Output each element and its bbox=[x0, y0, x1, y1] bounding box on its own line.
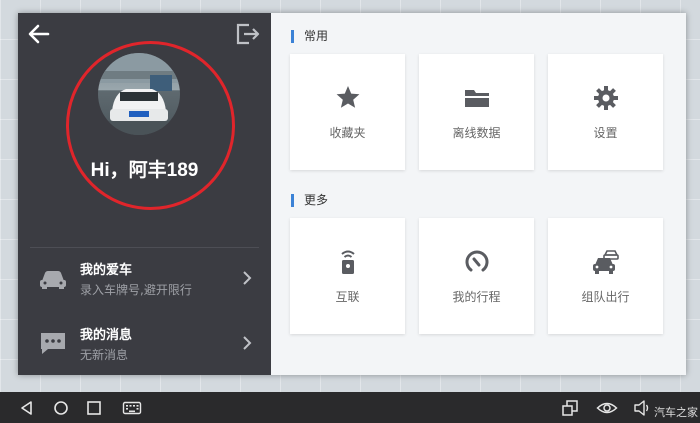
menu-item-subtitle: 录入车牌号,避开限行 bbox=[80, 283, 192, 297]
car-icon bbox=[40, 271, 66, 289]
chevron-right-icon bbox=[243, 271, 252, 285]
back-triangle-icon[interactable] bbox=[18, 399, 36, 417]
menu-item-title: 我的消息 bbox=[80, 328, 133, 343]
screen-mirror-icon[interactable] bbox=[561, 399, 579, 417]
avatar[interactable] bbox=[98, 53, 180, 135]
tile-offline-data[interactable]: 离线数据 bbox=[419, 54, 534, 170]
section-title-common: 常用 bbox=[291, 30, 328, 43]
back-arrow-icon[interactable] bbox=[26, 21, 52, 47]
star-icon bbox=[336, 86, 359, 108]
section-title-more: 更多 bbox=[291, 194, 328, 207]
watermark-text: 汽车之家 bbox=[654, 406, 698, 419]
recents-square-icon[interactable] bbox=[85, 399, 103, 417]
eye-icon[interactable] bbox=[596, 399, 618, 417]
feature-panel: 常用 收藏夹 离线数据 设置 更多 互联 我的行程 组队出行 bbox=[271, 13, 686, 375]
remote-icon bbox=[340, 250, 355, 274]
menu-item-my-car[interactable]: 我的爱车 录入车牌号,避开限行 bbox=[18, 250, 271, 308]
tile-connect[interactable]: 互联 bbox=[290, 218, 405, 334]
volume-icon[interactable] bbox=[633, 399, 651, 417]
menu-item-title: 我的爱车 bbox=[80, 263, 133, 278]
trip-icon bbox=[465, 250, 488, 272]
tile-label: 组队出行 bbox=[581, 290, 630, 304]
gear-icon bbox=[593, 86, 618, 110]
tile-settings[interactable]: 设置 bbox=[548, 54, 663, 170]
keyboard-icon[interactable] bbox=[122, 399, 142, 417]
profile-panel: Hi，阿丰189 我的爱车 录入车牌号,避开限行 我的消息 无新消息 bbox=[18, 13, 271, 375]
team-car-icon bbox=[592, 250, 619, 274]
message-icon bbox=[41, 333, 65, 354]
tile-my-trips[interactable]: 我的行程 bbox=[419, 218, 534, 334]
user-center-window: Hi，阿丰189 我的爱车 录入车牌号,避开限行 我的消息 无新消息 常用 收藏… bbox=[18, 13, 686, 375]
home-circle-icon[interactable] bbox=[52, 399, 70, 417]
divider bbox=[30, 247, 259, 248]
chevron-right-icon bbox=[243, 336, 252, 350]
menu-item-my-messages[interactable]: 我的消息 无新消息 bbox=[18, 315, 271, 373]
tile-label: 离线数据 bbox=[452, 126, 501, 140]
system-navigation-bar: 汽车之家 bbox=[0, 392, 700, 423]
logout-icon[interactable] bbox=[235, 22, 261, 46]
car-photo bbox=[98, 53, 180, 135]
tile-label: 互联 bbox=[335, 290, 360, 304]
tile-label: 我的行程 bbox=[452, 290, 501, 304]
menu-item-subtitle: 无新消息 bbox=[80, 348, 129, 362]
tile-favorites[interactable]: 收藏夹 bbox=[290, 54, 405, 170]
folder-icon bbox=[464, 90, 489, 107]
tile-label: 设置 bbox=[593, 126, 618, 140]
tile-label: 收藏夹 bbox=[329, 126, 366, 140]
greeting-text: Hi，阿丰189 bbox=[90, 160, 199, 181]
tile-team-travel[interactable]: 组队出行 bbox=[548, 218, 663, 334]
